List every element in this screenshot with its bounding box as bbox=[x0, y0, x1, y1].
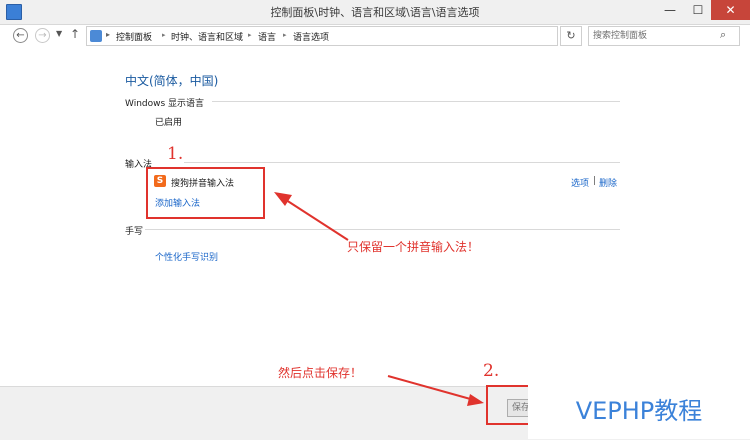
annotation-arrows bbox=[274, 192, 484, 406]
watermark-logo: VEPHP教程 bbox=[528, 383, 750, 439]
arrow-to-input-method bbox=[274, 192, 349, 241]
arrow-to-save-button bbox=[387, 375, 484, 406]
